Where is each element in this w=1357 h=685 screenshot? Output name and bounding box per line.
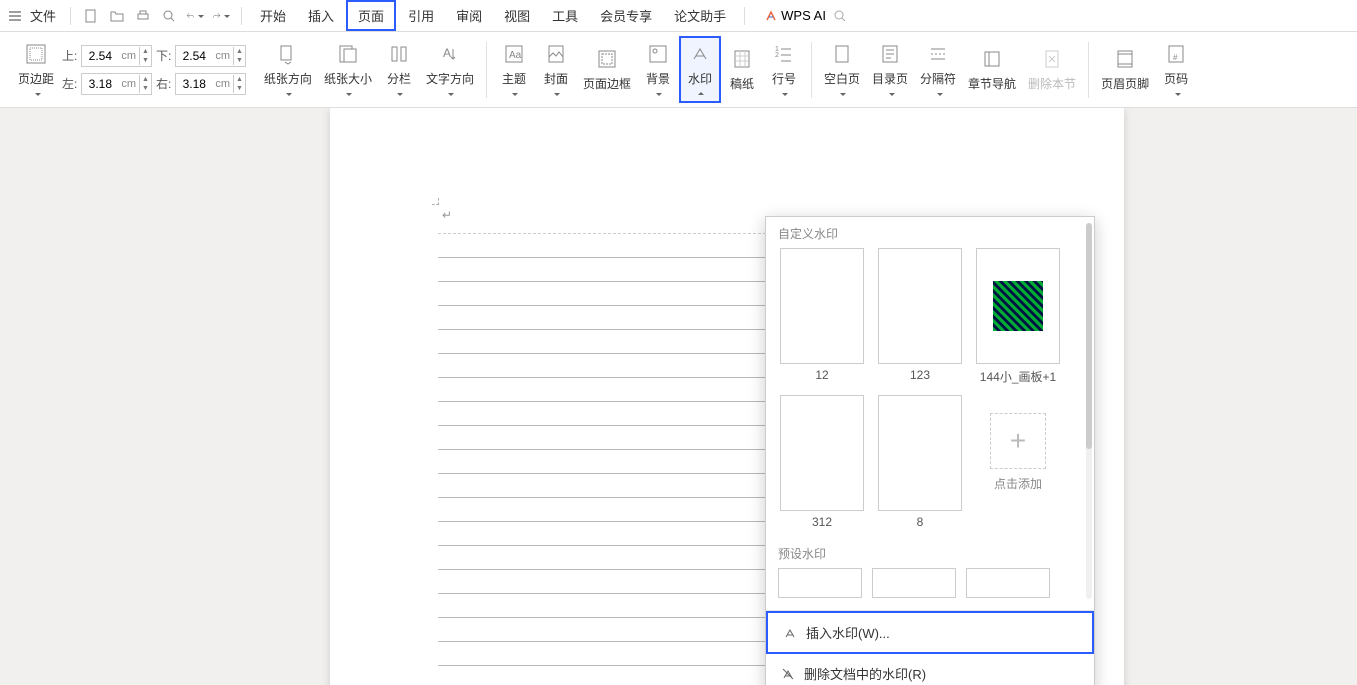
delete-watermark-menu[interactable]: 删除文档中的水印(R) [766,654,1094,685]
chapter-nav-button[interactable]: 章节导航 [962,43,1022,96]
tab-tools[interactable]: 工具 [542,2,588,29]
separator-icon [926,42,950,66]
watermark-thumb-8[interactable]: 8 [876,395,964,529]
new-icon[interactable] [82,7,100,25]
line-number-icon: 12 [772,42,796,66]
preview-icon[interactable] [160,7,178,25]
paper-size-icon [336,42,360,66]
undo-icon[interactable] [186,7,204,25]
custom-watermark-section: 自定义水印 [766,217,1094,248]
wps-ai-label: WPS AI [781,8,826,23]
open-icon[interactable] [108,7,126,25]
draft-button[interactable]: 稿纸 [721,43,763,96]
blank-page-button[interactable]: 空白页 [818,38,866,101]
margin-inputs: 上: cm▲▼ 下: cm▲▼ 左: cm▲▼ 右: cm▲▼ [62,45,246,95]
preset-thumb-3[interactable] [966,568,1050,598]
margin-right-label: 右: [156,75,171,92]
page-margin-label: 页边距 [18,70,54,87]
cover-icon [544,42,568,66]
svg-text:2: 2 [775,52,779,59]
plus-icon: + [1010,427,1026,455]
tab-insert[interactable]: 插入 [298,2,344,29]
wps-ai-button[interactable]: WPS AI [765,8,826,23]
print-icon[interactable] [134,7,152,25]
theme-button[interactable]: Aa主题 [493,38,535,101]
insert-watermark-menu[interactable]: 插入水印(W)... [766,611,1094,654]
add-watermark-button[interactable]: +点击添加 [974,395,1062,529]
preset-watermark-section: 预设水印 [766,537,1094,568]
document-canvas[interactable]: ↵ 自定义水印 12 123 144小_画板+1 312 8 +点击添加 预设水… [0,108,1357,685]
draft-icon [730,47,754,71]
header-footer-icon [1113,47,1137,71]
watermark-icon [688,42,712,66]
columns-button[interactable]: 分栏 [378,38,420,101]
svg-text:#: # [1173,53,1178,62]
margin-bottom-label: 下: [156,47,171,64]
page-number-button[interactable]: #页码 [1155,38,1197,101]
page-number-icon: # [1164,42,1188,66]
separator [744,7,745,25]
page-margin-button[interactable]: 页边距 [12,38,60,101]
tab-view[interactable]: 视图 [494,2,540,29]
delete-section-icon [1040,47,1064,71]
toc-icon [878,42,902,66]
preset-thumb-2[interactable] [872,568,956,598]
tab-review[interactable]: 审阅 [446,2,492,29]
watermark-thumb-144[interactable]: 144小_画板+1 [974,248,1062,385]
ribbon: 页边距 上: cm▲▼ 下: cm▲▼ 左: cm▲▼ 右: cm▲▼ 纸张方向… [0,32,1357,108]
orientation-button[interactable]: 纸张方向 [258,38,318,101]
wps-ai-icon [765,10,777,22]
tab-start[interactable]: 开始 [250,2,296,29]
chapter-nav-icon [980,47,1004,71]
watermark-button[interactable]: 水印 [679,36,721,103]
watermark-thumb-312[interactable]: 312 [778,395,866,529]
margin-right-input[interactable]: cm▲▼ [175,73,246,95]
redo-icon[interactable] [212,7,230,25]
text-direction-button[interactable]: A文字方向 [420,38,480,101]
margin-group: 页边距 上: cm▲▼ 下: cm▲▼ 左: cm▲▼ 右: cm▲▼ [6,32,252,107]
page-border-icon [595,47,619,71]
separator [241,7,242,25]
watermark-thumb-12[interactable]: 12 [778,248,866,385]
preset-thumb-1[interactable] [778,568,862,598]
tab-reference[interactable]: 引用 [398,2,444,29]
watermark-thumb-123[interactable]: 123 [876,248,964,385]
menubar: 文件 开始 插入 页面 引用 审阅 视图 工具 会员专享 论文助手 WPS AI [0,0,1357,32]
margin-top-input[interactable]: cm▲▼ [81,45,152,67]
svg-text:Aa: Aa [509,50,522,61]
tab-thesis[interactable]: 论文助手 [664,2,736,29]
dropdown-scrollbar[interactable] [1086,223,1092,599]
delete-section-button: 删除本节 [1022,43,1082,96]
separator-button[interactable]: 分隔符 [914,38,962,101]
orientation-icon [276,42,300,66]
tab-page[interactable]: 页面 [346,0,396,31]
line-number-button[interactable]: 12行号 [763,38,805,101]
margin-top-label: 上: [62,47,77,64]
header-footer-button[interactable]: 页眉页脚 [1095,43,1155,96]
margin-bottom-input[interactable]: cm▲▼ [175,45,246,67]
columns-icon [387,42,411,66]
svg-text:A: A [443,46,451,60]
text-direction-icon: A [438,42,462,66]
delete-watermark-icon [780,666,796,682]
margin-left-label: 左: [62,75,77,92]
separator [70,7,71,25]
margin-left-input[interactable]: cm▲▼ [81,73,152,95]
watermark-dropdown: 自定义水印 12 123 144小_画板+1 312 8 +点击添加 预设水印 … [765,216,1095,685]
tab-member[interactable]: 会员专享 [590,2,662,29]
file-menu[interactable]: 文件 [24,4,62,27]
background-icon [646,42,670,66]
cover-button[interactable]: 封面 [535,38,577,101]
toc-button[interactable]: 目录页 [866,38,914,101]
watermark-icon [782,625,798,641]
blank-page-icon [830,42,854,66]
page-margin-icon [24,42,48,66]
page-border-button[interactable]: 页面边框 [577,43,637,96]
theme-icon: Aa [502,42,526,66]
paper-size-button[interactable]: 纸张大小 [318,38,378,101]
background-button[interactable]: 背景 [637,38,679,101]
search-icon[interactable] [831,7,849,25]
menu-icon[interactable] [8,9,22,23]
